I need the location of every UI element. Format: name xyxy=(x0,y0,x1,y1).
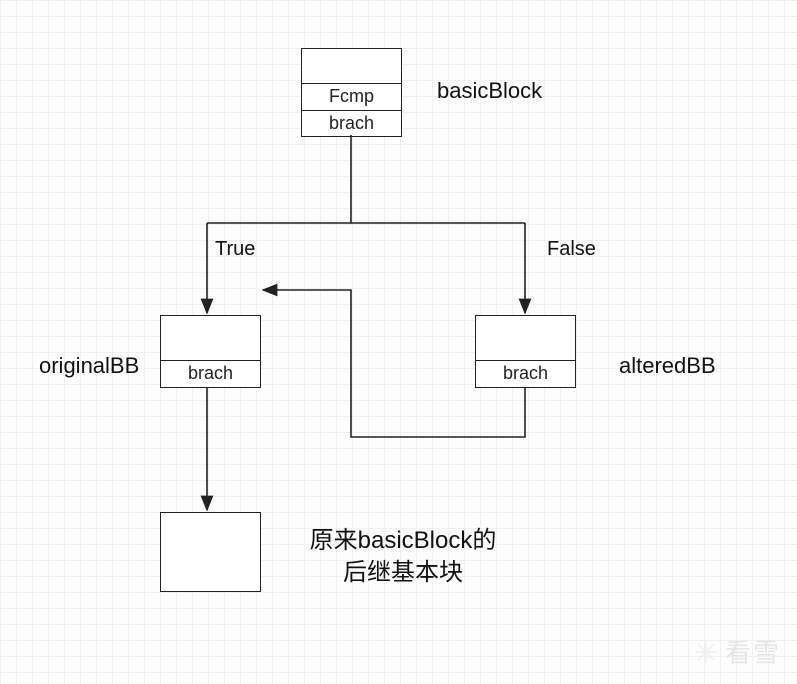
node-alteredbb-header xyxy=(476,316,575,360)
node-alteredbb: brach xyxy=(475,315,576,388)
node-basicblock-header xyxy=(302,49,401,83)
label-originalbb: originalBB xyxy=(39,353,139,379)
node-basicblock-row-fcmp: Fcmp xyxy=(302,83,401,110)
snowflake-icon xyxy=(693,639,719,665)
watermark: 看雪 xyxy=(693,633,781,670)
label-basicblock: basicBlock xyxy=(437,78,542,104)
node-basicblock: Fcmp brach xyxy=(301,48,402,137)
node-basicblock-row-brach: brach xyxy=(302,110,401,137)
edge-label-false: False xyxy=(547,238,596,261)
label-successor-line2: 后继基本块 xyxy=(343,559,463,586)
label-alteredbb: alteredBB xyxy=(619,353,716,379)
node-originalbb-row-brach: brach xyxy=(161,360,260,387)
edge-label-true: True xyxy=(215,238,255,261)
label-successor: 原来basicBlock的 后继基本块 xyxy=(288,525,518,590)
label-successor-line1: 原来basicBlock的 xyxy=(310,527,497,554)
node-successor xyxy=(160,512,261,592)
node-alteredbb-row-brach: brach xyxy=(476,360,575,387)
node-originalbb-header xyxy=(161,316,260,360)
watermark-text: 看雪 xyxy=(725,633,781,670)
node-originalbb: brach xyxy=(160,315,261,388)
